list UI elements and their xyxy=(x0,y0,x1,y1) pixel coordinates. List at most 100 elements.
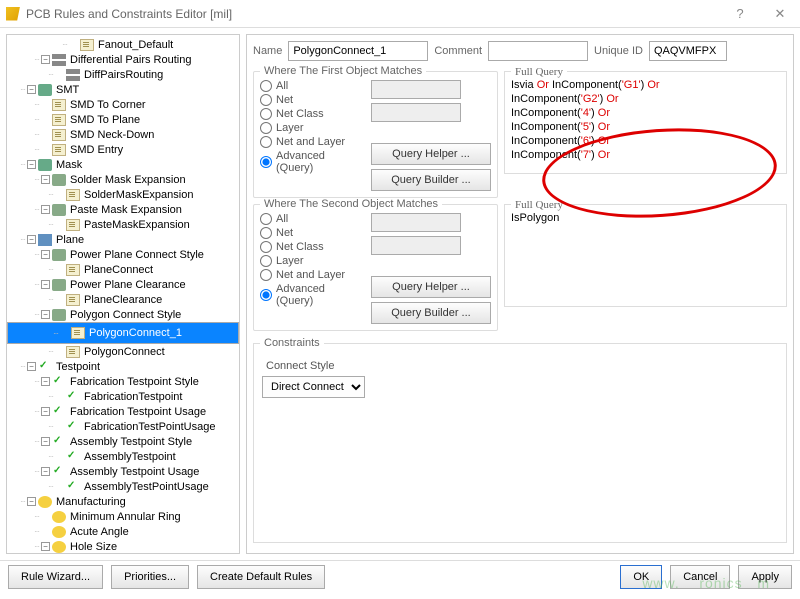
tree-item[interactable]: ···−SMT xyxy=(7,82,239,97)
tree-label: Mask xyxy=(54,159,84,171)
radio-layer[interactable]: Layer xyxy=(260,255,363,267)
tree-item[interactable]: ···Acute Angle xyxy=(7,524,239,539)
tree-toggle-icon[interactable]: − xyxy=(41,437,50,446)
tree-item[interactable]: ···FabricationTestpoint xyxy=(7,389,239,404)
tree-item[interactable]: ···Minimum Annular Ring xyxy=(7,509,239,524)
tree-item[interactable]: ···−Power Plane Clearance xyxy=(7,277,239,292)
radio-net[interactable]: Net xyxy=(260,94,363,106)
radio-net-and-layer[interactable]: Net and Layer xyxy=(260,136,363,148)
tree-toggle-icon[interactable]: − xyxy=(41,280,50,289)
ok-button[interactable]: OK xyxy=(620,565,662,589)
radio-all[interactable]: All xyxy=(260,213,363,225)
titlebar: PCB Rules and Constraints Editor [mil] ?… xyxy=(0,0,800,28)
tree-toggle-icon[interactable]: − xyxy=(27,497,36,506)
name-input[interactable] xyxy=(288,41,428,61)
tree-toggle-icon[interactable]: − xyxy=(41,542,50,551)
tree-item[interactable]: ···−Plane xyxy=(7,232,239,247)
tree-label: Fabrication Testpoint Style xyxy=(68,376,201,388)
tree-item[interactable]: ···−Differential Pairs Routing xyxy=(7,52,239,67)
radio-layer[interactable]: Layer xyxy=(260,122,363,134)
query-helper-button[interactable]: Query Helper ... xyxy=(371,143,491,165)
tree-item[interactable]: ···SMD Entry xyxy=(7,142,239,157)
tree-item[interactable]: ···−Assembly Testpoint Usage xyxy=(7,464,239,479)
radio-net[interactable]: Net xyxy=(260,227,363,239)
tree-toggle-icon[interactable]: − xyxy=(27,160,36,169)
comment-input[interactable] xyxy=(488,41,588,61)
tree-toggle-icon[interactable]: − xyxy=(27,235,36,244)
netclass-dropdown-2[interactable] xyxy=(371,236,461,255)
tree-toggle-icon[interactable]: − xyxy=(41,175,50,184)
tree-item[interactable]: ···−Mask xyxy=(7,157,239,172)
tree-item[interactable]: ···−Manufacturing xyxy=(7,494,239,509)
tree-icon xyxy=(38,159,52,171)
tree-item[interactable]: ···Fanout_Default xyxy=(7,37,239,52)
tree-item[interactable]: ···−Testpoint xyxy=(7,359,239,374)
tree-item[interactable]: ···−Fabrication Testpoint Style xyxy=(7,374,239,389)
query-builder-button-2[interactable]: Query Builder ... xyxy=(371,302,491,324)
tree-item[interactable]: ···SMD To Corner xyxy=(7,97,239,112)
second-full-query[interactable]: Full Query IsPolygon xyxy=(504,204,787,307)
tree-icon xyxy=(52,174,66,186)
radio-net-and-layer[interactable]: Net and Layer xyxy=(260,269,363,281)
tree-toggle-icon[interactable]: − xyxy=(41,205,50,214)
tree-label: DiffPairsRouting xyxy=(82,69,165,81)
tree-item[interactable]: ···−Paste Mask Expansion xyxy=(7,202,239,217)
tree-label: Fanout_Default xyxy=(96,39,175,51)
rules-tree[interactable]: ···Fanout_Default···−Differential Pairs … xyxy=(6,34,240,554)
tree-item[interactable]: ···PlaneClearance xyxy=(7,292,239,307)
query-helper-button-2[interactable]: Query Helper ... xyxy=(371,276,491,298)
close-button[interactable]: ✕ xyxy=(760,0,800,28)
tree-item[interactable]: ···AssemblyTestpoint xyxy=(7,449,239,464)
tree-item[interactable]: ···−Hole Size xyxy=(7,539,239,553)
uniqueid-input[interactable] xyxy=(649,41,727,61)
net-dropdown-2[interactable] xyxy=(371,213,461,232)
radio-advanced-query-[interactable]: Advanced (Query) xyxy=(260,283,363,307)
help-button[interactable]: ? xyxy=(720,0,760,28)
tree-toggle-icon[interactable]: − xyxy=(27,362,36,371)
first-full-query[interactable]: Full Query Isvia Or InComponent('G1') Or… xyxy=(504,71,787,174)
tree-toggle-icon[interactable]: − xyxy=(41,377,50,386)
tree-item[interactable]: ···FabricationTestPointUsage xyxy=(7,419,239,434)
create-default-rules-button[interactable]: Create Default Rules xyxy=(197,565,325,589)
tree-toggle-icon[interactable]: − xyxy=(41,407,50,416)
radio-net-class[interactable]: Net Class xyxy=(260,241,363,253)
tree-label: Solder Mask Expansion xyxy=(68,174,188,186)
tree-item[interactable]: ···DiffPairsRouting xyxy=(7,67,239,82)
tree-icon xyxy=(52,129,66,141)
query-builder-button[interactable]: Query Builder ... xyxy=(371,169,491,191)
rule-wizard-button[interactable]: Rule Wizard... xyxy=(8,565,103,589)
netclass-dropdown[interactable] xyxy=(371,103,461,122)
tree-toggle-icon[interactable]: − xyxy=(41,55,50,64)
net-dropdown[interactable] xyxy=(371,80,461,99)
tree-item[interactable]: ···SMD Neck-Down xyxy=(7,127,239,142)
tree-item[interactable]: ···PasteMaskExpansion xyxy=(7,217,239,232)
tree-item[interactable]: ···AssemblyTestPointUsage xyxy=(7,479,239,494)
tree-toggle-icon[interactable]: − xyxy=(41,250,50,259)
tree-toggle-icon[interactable]: − xyxy=(27,85,36,94)
tree-item[interactable]: ···SMD To Plane xyxy=(7,112,239,127)
tree-item[interactable]: ···SolderMaskExpansion xyxy=(7,187,239,202)
tree-icon xyxy=(38,361,52,373)
connect-style-select[interactable]: Direct Connect xyxy=(262,376,365,398)
tree-icon xyxy=(52,114,66,126)
tree-label: Acute Angle xyxy=(68,526,131,538)
tree-item[interactable]: ···−Assembly Testpoint Style xyxy=(7,434,239,449)
tree-icon xyxy=(80,39,94,51)
priorities-button[interactable]: Priorities... xyxy=(111,565,189,589)
tree-item[interactable]: ···PlaneConnect xyxy=(7,262,239,277)
cancel-button[interactable]: Cancel xyxy=(670,565,730,589)
apply-button[interactable]: Apply xyxy=(738,565,792,589)
tree-icon xyxy=(66,421,80,433)
tree-icon xyxy=(52,249,66,261)
tree-item[interactable]: ···−Solder Mask Expansion xyxy=(7,172,239,187)
tree-toggle-icon[interactable]: − xyxy=(41,310,50,319)
tree-item[interactable]: ···−Power Plane Connect Style xyxy=(7,247,239,262)
tree-toggle-icon[interactable]: − xyxy=(41,467,50,476)
radio-net-class[interactable]: Net Class xyxy=(260,108,363,120)
tree-item[interactable]: ···PolygonConnect_1 xyxy=(7,322,239,344)
tree-item[interactable]: ···−Fabrication Testpoint Usage xyxy=(7,404,239,419)
tree-item[interactable]: ···PolygonConnect xyxy=(7,344,239,359)
radio-all[interactable]: All xyxy=(260,80,363,92)
tree-item[interactable]: ···−Polygon Connect Style xyxy=(7,307,239,322)
radio-advanced-query-[interactable]: Advanced (Query) xyxy=(260,150,363,174)
